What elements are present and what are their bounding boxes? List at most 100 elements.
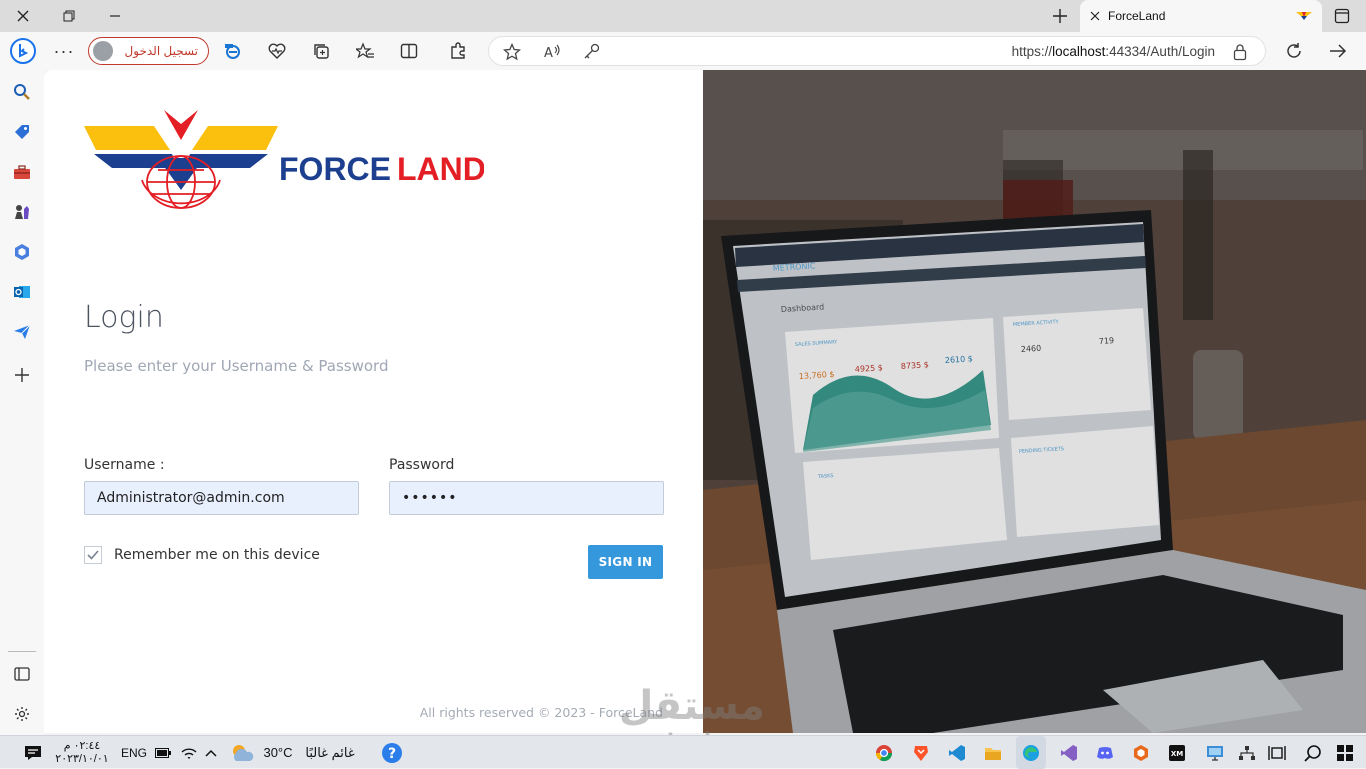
xm-taskbar-button[interactable]: XM [1162,736,1192,769]
extensions-button[interactable] [444,38,472,64]
remember-me-label[interactable]: Remember me on this device [114,547,320,563]
browser-tab[interactable]: ForceLand [1080,0,1322,32]
remember-me-checkbox[interactable] [84,546,102,564]
hexagon-app-icon [1134,744,1148,761]
shopping-tag-icon [15,125,29,139]
show-hidden-icons-button[interactable] [202,736,220,769]
browser-essentials-button[interactable] [263,38,291,64]
discord-taskbar-button[interactable] [1090,736,1120,769]
url-text: https://localhost:44334/Auth/Login [1011,44,1215,59]
chrome-taskbar-button[interactable] [869,736,899,769]
monitor-icon [1207,745,1223,761]
logo-brand-land: LAND [397,151,484,187]
key-icon[interactable] [583,43,601,61]
visual-studio-icon [1061,744,1077,761]
address-bar[interactable]: A https://localhost:44334/Auth/Login [488,36,1266,66]
heart-pulse-icon [268,43,286,59]
close-icon [17,10,29,22]
collections-icon [314,44,329,59]
lock-icon[interactable] [1233,43,1247,61]
refresh-button[interactable] [1280,38,1308,64]
password-label: Password [389,457,455,473]
notifications-button[interactable] [18,736,48,769]
minimize-window-button[interactable] [92,0,138,32]
new-tab-button[interactable] [1046,4,1074,28]
remote-desktop-taskbar-button[interactable] [1200,736,1230,769]
folder-icon [985,747,1001,760]
tab-title: ForceLand [1108,9,1166,23]
sidebar-add-button[interactable] [10,363,34,387]
brave-taskbar-button[interactable] [906,736,936,769]
clock[interactable]: ٠٢:٤٤ م ٢٠٢٣/١٠/٠١ [52,736,112,769]
laptop-photo-illustration: METRONIC Dashboard SALES SUMMARY MEMBER … [703,70,1366,733]
split-screen-button[interactable] [395,38,423,64]
page-title: Login [84,300,164,335]
windows-logo-icon [1337,744,1353,761]
sidebar-search-button[interactable] [10,80,34,104]
profile-label: تسجيل الدخول [124,44,198,58]
refresh-icon [1287,43,1301,58]
avatar-icon [93,41,113,61]
favorites-button[interactable] [351,38,379,64]
sidebar-hide-button[interactable] [10,662,34,686]
password-field[interactable] [389,481,664,515]
tab-actions-button[interactable] [1326,4,1358,28]
restore-window-button[interactable] [46,0,92,32]
close-window-button[interactable] [0,0,46,32]
profile-sign-in-button[interactable]: تسجيل الدخول [88,37,209,65]
ie-mode-button[interactable] [219,38,247,64]
username-label: Username : [84,457,165,473]
username-field[interactable] [84,481,359,515]
sidebar-games-button[interactable] [10,200,34,224]
bing-icon [10,38,36,64]
tab-close-icon[interactable] [1090,11,1100,21]
search-taskbar-button[interactable] [1298,736,1328,769]
bing-copilot-button[interactable] [8,36,38,66]
language-indicator[interactable]: ENG [118,736,150,769]
edge-icon [1023,744,1039,761]
read-aloud-icon[interactable]: A [543,43,561,61]
star-favorite-icon[interactable] [503,43,521,61]
logo-brand-force: FORCE [279,151,391,187]
sidebar-outlook-button[interactable] [10,280,34,304]
sign-in-button[interactable]: SIGN IN [588,545,663,579]
svg-text:A: A [544,46,553,61]
help-button[interactable]: ? [378,736,406,769]
weather-temperature[interactable]: 30°C [260,736,296,769]
brave-icon [914,745,928,761]
task-view-button[interactable] [1262,736,1292,769]
minimize-icon [110,15,120,17]
sidebar-microsoft365-button[interactable] [10,240,34,264]
notification-icon [25,745,41,760]
watermark-arabic: مستقل [619,683,765,729]
edge-taskbar-button[interactable] [1016,736,1046,769]
weather-condition[interactable]: غائم غالبًا [300,736,360,769]
sidebar-divider [8,651,36,652]
vscode-icon [949,744,965,761]
plus-icon [1053,9,1067,23]
sidebar-settings-button[interactable] [10,702,34,726]
app-hexagon-taskbar-button[interactable] [1126,736,1156,769]
search-icon [14,84,30,100]
sidebar-shopping-button[interactable] [10,120,34,144]
sidebar-drop-button[interactable] [10,320,34,344]
file-explorer-taskbar-button[interactable] [978,736,1008,769]
sidebar-tools-button[interactable] [10,160,34,184]
wifi-icon[interactable] [180,736,198,769]
visual-studio-taskbar-button[interactable] [1054,736,1084,769]
start-button[interactable] [1330,736,1360,769]
vscode-taskbar-button[interactable] [942,736,972,769]
chevron-up-icon [205,749,217,757]
search-icon [1304,744,1321,762]
collections-button[interactable] [307,38,335,64]
hero-image: METRONIC Dashboard SALES SUMMARY MEMBER … [703,70,1366,733]
network-taskbar-button[interactable] [1232,736,1262,769]
page-viewport: FORCE LAND Login Please enter your Usern… [44,70,1366,733]
more-options-button[interactable]: ··· [50,38,78,64]
forward-button[interactable] [1324,38,1352,64]
restore-icon [63,10,75,22]
battery-icon[interactable] [154,736,172,769]
weather-icon[interactable] [228,736,258,769]
toolbox-icon [14,165,30,179]
chess-piece-icon [15,205,29,219]
